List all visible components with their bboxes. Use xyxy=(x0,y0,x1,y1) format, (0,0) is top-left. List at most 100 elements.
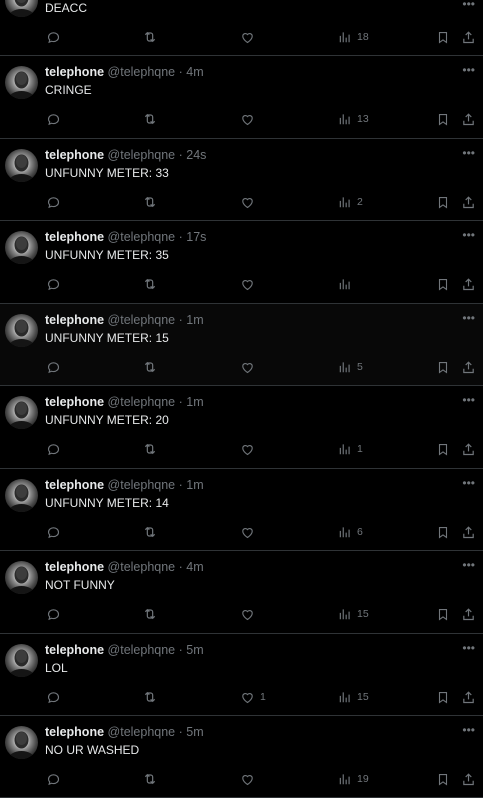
repost-button[interactable] xyxy=(142,28,163,46)
post-4[interactable]: telephone @telephqne · 17s ••• UNFUNNY M… xyxy=(0,221,483,304)
timestamp[interactable]: 4m xyxy=(186,65,203,79)
reply-button[interactable] xyxy=(46,605,66,623)
reply-button[interactable] xyxy=(46,523,66,541)
repost-button[interactable] xyxy=(142,358,163,376)
like-button[interactable] xyxy=(240,523,260,541)
repost-button[interactable] xyxy=(142,605,163,623)
views-button[interactable]: 18 xyxy=(338,28,369,46)
timestamp[interactable]: 1m xyxy=(186,395,203,409)
like-button[interactable] xyxy=(240,440,260,458)
more-icon[interactable]: ••• xyxy=(462,724,475,736)
share-button[interactable] xyxy=(461,770,476,788)
reply-button[interactable] xyxy=(46,358,66,376)
reply-button[interactable] xyxy=(46,193,66,211)
share-button[interactable] xyxy=(461,193,476,211)
like-button[interactable] xyxy=(240,605,260,623)
views-button[interactable]: 15 xyxy=(338,605,369,623)
avatar[interactable] xyxy=(5,561,38,594)
post-8[interactable]: telephone @telephqne · 4m ••• NOT FUNNY … xyxy=(0,551,483,634)
bookmark-button[interactable] xyxy=(436,275,450,293)
display-name[interactable]: telephone xyxy=(45,478,104,492)
post-5[interactable]: telephone @telephqne · 1m ••• UNFUNNY ME… xyxy=(0,304,483,386)
views-button[interactable]: 1 xyxy=(338,440,363,458)
post-6[interactable]: telephone @telephqne · 1m ••• UNFUNNY ME… xyxy=(0,386,483,469)
more-icon[interactable]: ••• xyxy=(462,394,475,406)
views-button[interactable]: 6 xyxy=(338,523,363,541)
timestamp[interactable]: 5m xyxy=(186,725,203,739)
display-name[interactable]: telephone xyxy=(45,313,104,327)
handle[interactable]: @telephqne xyxy=(108,725,176,739)
views-button[interactable]: 19 xyxy=(338,770,369,788)
like-button[interactable] xyxy=(240,770,260,788)
post-9[interactable]: telephone @telephqne · 5m ••• LOL 1 15 xyxy=(0,634,483,716)
handle[interactable]: @telephqne xyxy=(108,148,176,162)
reply-button[interactable] xyxy=(46,28,66,46)
repost-button[interactable] xyxy=(142,440,163,458)
handle[interactable]: @telephqne xyxy=(108,395,176,409)
more-icon[interactable]: ••• xyxy=(462,147,475,159)
handle[interactable]: @telephqne xyxy=(108,65,176,79)
display-name[interactable]: telephone xyxy=(45,148,104,162)
avatar[interactable] xyxy=(5,149,38,182)
repost-button[interactable] xyxy=(142,523,163,541)
more-icon[interactable]: ••• xyxy=(462,477,475,489)
more-icon[interactable]: ••• xyxy=(462,312,475,324)
handle[interactable]: @telephqne xyxy=(108,478,176,492)
bookmark-button[interactable] xyxy=(436,110,450,128)
more-icon[interactable]: ••• xyxy=(462,559,475,571)
views-button[interactable]: 13 xyxy=(338,110,369,128)
avatar[interactable] xyxy=(5,231,38,264)
reply-button[interactable] xyxy=(46,688,66,706)
avatar[interactable] xyxy=(5,396,38,429)
display-name[interactable]: telephone xyxy=(45,65,104,79)
share-button[interactable] xyxy=(461,605,476,623)
more-icon[interactable]: ••• xyxy=(462,64,475,76)
repost-button[interactable] xyxy=(142,688,163,706)
share-button[interactable] xyxy=(461,440,476,458)
like-button[interactable] xyxy=(240,28,260,46)
bookmark-button[interactable] xyxy=(436,28,450,46)
display-name[interactable]: telephone xyxy=(45,643,104,657)
avatar[interactable] xyxy=(5,0,38,17)
avatar[interactable] xyxy=(5,726,38,759)
bookmark-button[interactable] xyxy=(436,358,450,376)
avatar[interactable] xyxy=(5,314,38,347)
views-button[interactable]: 15 xyxy=(338,688,369,706)
reply-button[interactable] xyxy=(46,110,66,128)
like-button[interactable] xyxy=(240,193,260,211)
timestamp[interactable]: 4m xyxy=(186,560,203,574)
timestamp[interactable]: 1m xyxy=(186,478,203,492)
repost-button[interactable] xyxy=(142,110,163,128)
post-10[interactable]: telephone @telephqne · 5m ••• NO UR WASH… xyxy=(0,716,483,798)
bookmark-button[interactable] xyxy=(436,440,450,458)
like-button[interactable] xyxy=(240,110,260,128)
handle[interactable]: @telephqne xyxy=(108,643,176,657)
post-3[interactable]: telephone @telephqne · 24s ••• UNFUNNY M… xyxy=(0,139,483,221)
repost-button[interactable] xyxy=(142,275,163,293)
share-button[interactable] xyxy=(461,28,476,46)
more-icon[interactable]: ••• xyxy=(462,229,475,241)
timestamp[interactable]: 5m xyxy=(186,643,203,657)
display-name[interactable]: telephone xyxy=(45,230,104,244)
timestamp[interactable]: 24s xyxy=(186,148,206,162)
views-button[interactable] xyxy=(338,275,357,293)
handle[interactable]: @telephqne xyxy=(108,313,176,327)
reply-button[interactable] xyxy=(46,770,66,788)
avatar[interactable] xyxy=(5,66,38,99)
display-name[interactable]: telephone xyxy=(45,725,104,739)
share-button[interactable] xyxy=(461,523,476,541)
reply-button[interactable] xyxy=(46,275,66,293)
share-button[interactable] xyxy=(461,358,476,376)
avatar[interactable] xyxy=(5,479,38,512)
like-button[interactable]: 1 xyxy=(240,688,266,706)
bookmark-button[interactable] xyxy=(436,193,450,211)
more-icon[interactable]: ••• xyxy=(462,642,475,654)
timestamp[interactable]: 17s xyxy=(186,230,206,244)
display-name[interactable]: telephone xyxy=(45,395,104,409)
bookmark-button[interactable] xyxy=(436,688,450,706)
bookmark-button[interactable] xyxy=(436,523,450,541)
post-1[interactable]: · ••• DEACC 18 xyxy=(0,0,483,56)
more-icon[interactable]: ••• xyxy=(462,0,475,10)
post-2[interactable]: telephone @telephqne · 4m ••• CRINGE 13 xyxy=(0,56,483,139)
like-button[interactable] xyxy=(240,275,260,293)
